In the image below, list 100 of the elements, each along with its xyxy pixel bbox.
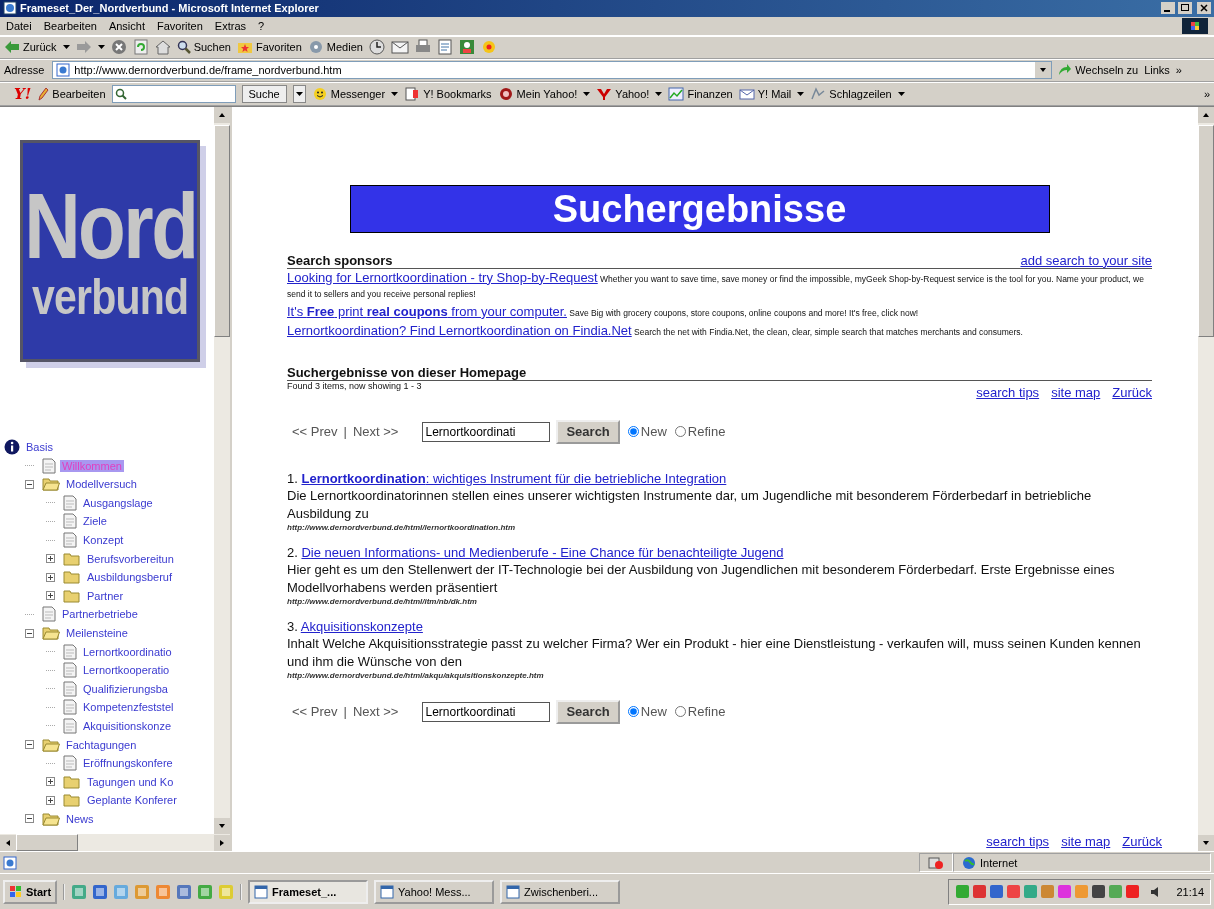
tree-item[interactable]: Lernortkoordinatio — [81, 645, 174, 658]
chevron-text[interactable]: » — [1175, 64, 1182, 77]
caret-icon[interactable] — [391, 91, 399, 96]
plus-box-icon[interactable] — [46, 554, 55, 564]
search-field[interactable]: Lernortkoordinati — [422, 421, 551, 442]
caret-icon[interactable] — [655, 91, 663, 96]
plus-box-icon[interactable] — [46, 572, 55, 582]
plus-box-icon[interactable] — [46, 777, 55, 787]
radio-button[interactable] — [627, 706, 639, 718]
toolbar-button[interactable]: Favoriten — [236, 40, 302, 55]
menu-item[interactable]: Bearbeiten — [43, 19, 97, 32]
mail-icon[interactable] — [390, 39, 409, 56]
app-icon[interactable] — [92, 883, 109, 900]
scroll-thumb[interactable] — [1198, 124, 1214, 337]
links-button[interactable]: Links — [1144, 64, 1170, 77]
add-search-link[interactable]: add search to your site — [1020, 252, 1152, 268]
minimize-icon[interactable] — [1161, 2, 1175, 15]
menu-item[interactable]: Extras — [214, 19, 247, 32]
toolbar-button[interactable]: Y! Bookmarks — [404, 86, 492, 101]
scroll-thumb[interactable] — [16, 834, 78, 852]
tree-item[interactable]: Lernortkooperatio — [81, 664, 172, 677]
messenger-icon[interactable] — [480, 39, 497, 56]
back-button[interactable]: Zurück — [4, 40, 57, 55]
taskbar-button[interactable]: Yahoo! Mess... — [374, 879, 495, 904]
horizontal-scrollbar[interactable] — [0, 834, 230, 852]
minus-box-icon[interactable] — [25, 479, 34, 489]
ad-link[interactable]: Lernortkoordination? Find Lernortkoordination on Findia.Net — [287, 322, 632, 338]
document-icon[interactable] — [436, 39, 453, 56]
go-button[interactable]: Wechseln zu — [1058, 64, 1139, 77]
minus-box-icon[interactable] — [25, 740, 34, 750]
search-field[interactable] — [111, 84, 236, 103]
menu-item[interactable]: Ansicht — [108, 19, 145, 32]
toolbar-button[interactable]: Yahoo! — [596, 86, 650, 101]
scroll-right-icon[interactable] — [214, 834, 230, 851]
tree-item[interactable]: Meilensteine — [64, 627, 130, 639]
scroll-up-icon[interactable] — [1198, 106, 1214, 123]
scroll-thumb[interactable] — [214, 124, 230, 337]
search-button[interactable]: Search — [556, 419, 620, 444]
result-link[interactable]: Lernortkoordination: wichtiges Instrument für die betriebliche Integration — [301, 470, 727, 486]
tree-item[interactable]: Ausgangslage — [81, 496, 155, 509]
search-field[interactable]: Lernortkoordinati — [422, 701, 551, 722]
tray-icon[interactable] — [1125, 884, 1141, 900]
toolbar-button[interactable]: Medien — [307, 40, 363, 55]
result-link[interactable]: Akquisitionskonzepte — [300, 618, 423, 634]
prev-link[interactable]: << Prev — [292, 424, 338, 440]
radio-button[interactable] — [674, 426, 686, 438]
scroll-up-icon[interactable] — [214, 106, 230, 123]
caret-icon[interactable] — [97, 45, 105, 50]
nav-link[interactable]: site map — [1061, 834, 1111, 850]
tree-item[interactable]: Qualifizierungsba — [81, 682, 170, 695]
tree-item[interactable]: Tagungen und Ko — [85, 775, 176, 788]
tray-icon[interactable] — [989, 884, 1005, 900]
tree-item[interactable]: Berufsvorbereitun — [85, 552, 176, 565]
tree-item[interactable]: Modellversuch — [64, 478, 139, 491]
toolbar-button[interactable]: Schlagzeilen — [810, 86, 892, 101]
toolbar-button[interactable]: Suchen — [176, 40, 231, 55]
nav-link[interactable]: search tips — [976, 384, 1040, 400]
menu-item[interactable]: Favoriten — [157, 19, 203, 32]
scroll-down-icon[interactable] — [1198, 835, 1214, 852]
result-link[interactable]: Die neuen Informations- und Medienberufe - Eine Chance für benachteiligte Jugend — [301, 544, 784, 560]
tree-item[interactable]: Ziele — [81, 515, 109, 528]
scroll-down-icon[interactable] — [214, 818, 230, 835]
caret-icon[interactable] — [583, 91, 591, 96]
tree-item[interactable]: Partnerbetriebe — [60, 608, 140, 621]
nav-link[interactable]: Zurück — [1112, 384, 1152, 400]
taskbar-button[interactable]: Frameset_... — [248, 879, 369, 904]
tree-item[interactable]: Fachtagungen — [64, 738, 139, 751]
nav-link[interactable]: site map — [1051, 384, 1101, 400]
radio-button[interactable] — [627, 426, 639, 438]
caret-icon[interactable] — [797, 91, 805, 96]
prev-link[interactable]: << Prev — [292, 704, 338, 720]
stop-icon[interactable] — [110, 39, 127, 56]
caret-icon[interactable] — [897, 91, 905, 96]
history-icon[interactable] — [368, 39, 385, 56]
taskbar-button[interactable]: Zwischenberi... — [500, 879, 621, 904]
nav-link[interactable]: Zurück — [1122, 834, 1162, 850]
people-icon[interactable] — [458, 39, 475, 56]
menu-item[interactable]: ? — [258, 19, 265, 32]
toolbar-button[interactable]: Mein Yahoo! — [497, 86, 578, 101]
ad-link[interactable]: Looking for Lernortkoordination - try Shop-by-Request — [287, 269, 598, 285]
scroll-left-icon[interactable] — [0, 834, 16, 851]
refresh-icon[interactable] — [132, 39, 149, 56]
search-button[interactable]: Suche — [241, 84, 287, 103]
start-button[interactable]: Start — [3, 879, 58, 904]
toolbar-button[interactable]: Messenger — [311, 86, 386, 101]
plus-box-icon[interactable] — [46, 795, 55, 805]
tree-item[interactable]: Akquisitionskonze — [81, 720, 174, 732]
tree-item[interactable]: News — [64, 812, 96, 825]
chevron-text[interactable]: » — [1203, 87, 1210, 100]
caret-icon[interactable] — [62, 45, 70, 50]
search-button[interactable]: Search — [556, 699, 620, 724]
address-field[interactable]: http://www.dernordverbund.de/frame_nordverbund.htm — [52, 61, 1053, 80]
edit-button[interactable]: Bearbeiten — [37, 86, 106, 101]
minus-box-icon[interactable] — [25, 814, 34, 824]
close-icon[interactable] — [1197, 2, 1211, 15]
home-icon[interactable] — [154, 39, 171, 56]
tree-item[interactable]: Partner — [85, 589, 126, 602]
tree-item[interactable]: Basis — [24, 441, 55, 454]
minus-box-icon[interactable] — [25, 628, 34, 638]
toolbar-button[interactable]: Finanzen — [668, 86, 733, 101]
